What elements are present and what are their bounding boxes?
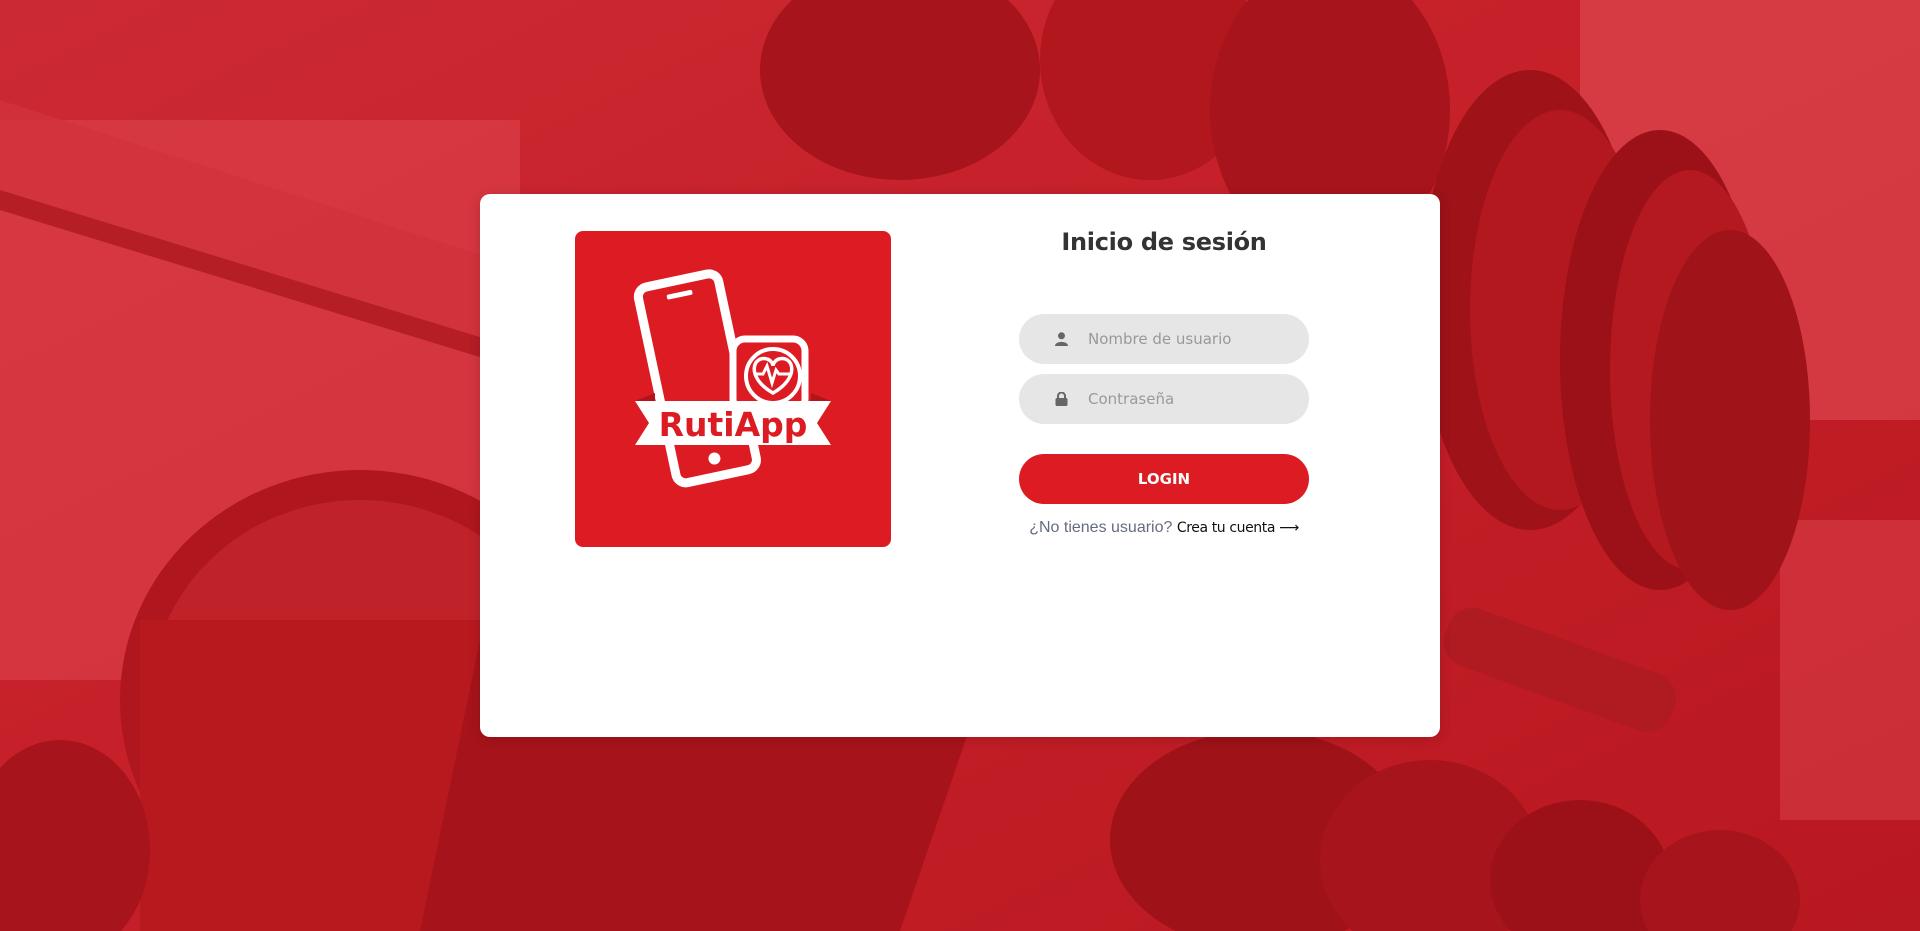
username-field[interactable] — [1019, 314, 1309, 364]
create-account-link[interactable]: Crea tu cuenta ⟶ — [1177, 520, 1299, 536]
phone-heart-logo-icon: RutiApp — [633, 269, 831, 488]
app-logo: RutiApp — [575, 231, 891, 547]
username-input[interactable] — [1088, 330, 1288, 348]
page-title: Inicio de sesión — [1061, 228, 1267, 256]
signup-prompt: ¿No tienes usuario? Crea tu cuenta ⟶ — [1019, 519, 1309, 537]
lock-icon — [1054, 391, 1068, 407]
password-field[interactable] — [1019, 374, 1309, 424]
arrow-right-icon: ⟶ — [1279, 520, 1299, 536]
logo-text: RutiApp — [659, 405, 808, 444]
create-account-label: Crea tu cuenta — [1176, 520, 1276, 536]
login-button[interactable]: LOGIN — [1019, 454, 1309, 504]
login-card: RutiApp Inicio de sesión LOGIN — [480, 194, 1440, 737]
no-account-text: ¿No tienes usuario? — [1029, 519, 1173, 536]
user-icon — [1054, 331, 1068, 347]
password-input[interactable] — [1088, 390, 1288, 408]
